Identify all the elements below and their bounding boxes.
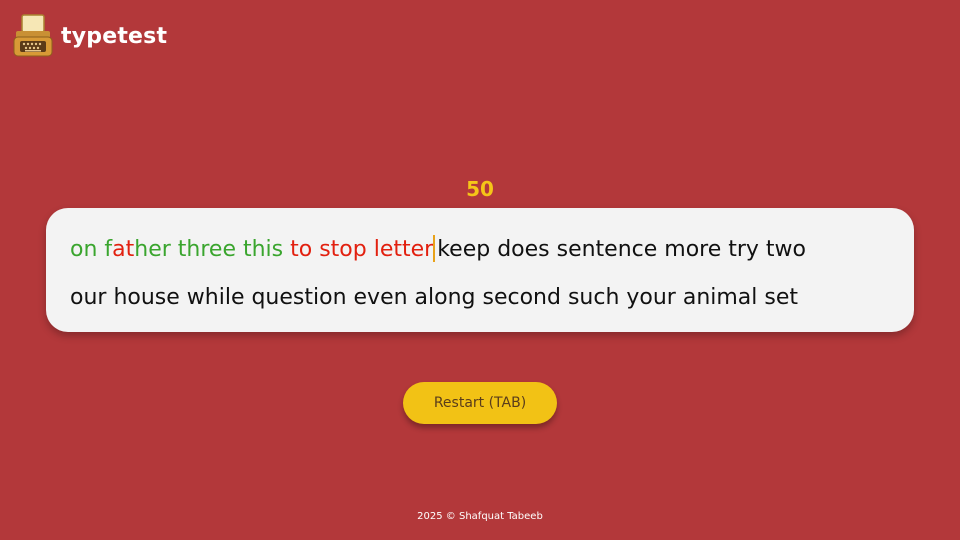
- text-segment-pending: keep does sentence more try two: [437, 237, 807, 262]
- typing-text-box[interactable]: on father three this to stop letter keep …: [46, 208, 914, 332]
- app-header: typetest: [13, 14, 167, 58]
- text-segment-pending: our house while question even along seco…: [70, 285, 799, 310]
- countdown-timer: 50: [466, 177, 494, 201]
- app-title: typetest: [61, 23, 168, 49]
- text-segment-correct: her three this: [134, 237, 284, 262]
- text-line: our house while question even along seco…: [70, 274, 890, 322]
- restart-button[interactable]: Restart (TAB): [403, 382, 557, 424]
- text-segment-incorrect: to stop letter: [290, 237, 434, 262]
- footer-credit: 2025 © Shafquat Tabeeb: [417, 511, 543, 522]
- text-cursor: [433, 235, 436, 262]
- text-segment-incorrect: at: [112, 237, 135, 262]
- text-segment-correct: on f: [70, 237, 113, 262]
- text-line: on father three this to stop letter keep …: [70, 226, 890, 274]
- typewriter-icon: [13, 14, 53, 57]
